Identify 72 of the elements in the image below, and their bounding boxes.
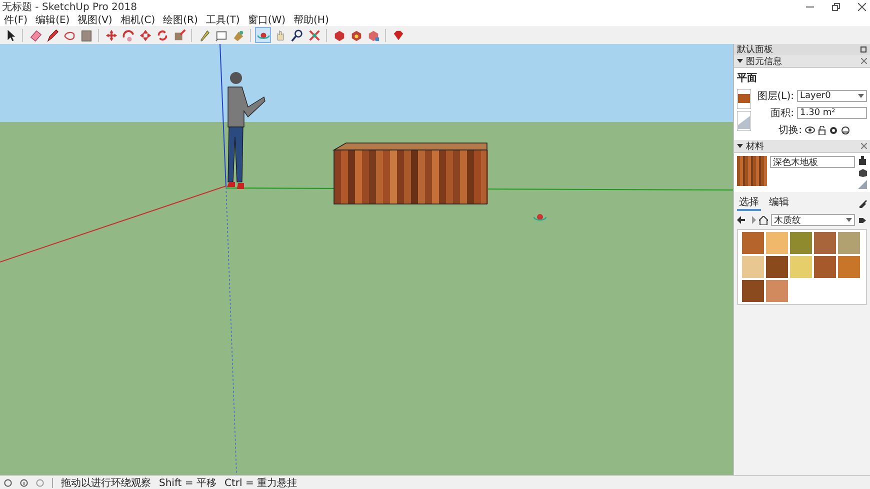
library-dropdown[interactable]: 木质纹 — [771, 214, 855, 226]
menu-item[interactable]: 视图(V) — [74, 12, 116, 26]
menu-item[interactable]: 工具(T) — [202, 12, 244, 26]
back-arrow-icon[interactable] — [737, 216, 745, 224]
menu-item[interactable]: 帮助(H) — [290, 12, 333, 26]
orbit-tool-button[interactable] — [255, 27, 271, 43]
menu-item[interactable]: 窗口(W) — [244, 12, 290, 26]
tape-icon — [198, 28, 210, 42]
offset-icon — [156, 28, 168, 42]
status-hint: Shift = 平移 — [159, 476, 216, 489]
text-icon — [214, 28, 228, 42]
status-hint: Ctrl = 重力悬挂 — [224, 476, 297, 489]
paint-icon — [232, 28, 244, 42]
close-icon[interactable] — [861, 143, 867, 149]
material-swatch[interactable] — [838, 256, 860, 278]
material-swatch[interactable] — [814, 232, 836, 254]
menu-item[interactable]: 绘图(R) — [159, 12, 202, 26]
eyedropper-icon[interactable] — [858, 198, 867, 208]
material-swatch[interactable] — [742, 256, 764, 278]
panel-title: 默认面板 — [737, 44, 774, 56]
panel-tab[interactable]: 编辑 — [767, 195, 791, 211]
menu-item[interactable]: 件(F) — [0, 12, 32, 26]
pencil-icon — [46, 28, 58, 42]
material-name-field[interactable]: 深色木地板 — [770, 156, 855, 168]
home-icon[interactable] — [759, 216, 768, 224]
rotate-icon — [122, 28, 134, 42]
back-material-thumbnail — [737, 111, 751, 131]
window-title: 无标题 - SketchUp Pro 2018 — [2, 0, 138, 14]
section-title: 图元信息 — [746, 56, 783, 68]
expand-arrow-icon[interactable] — [737, 58, 743, 64]
extents-icon — [308, 28, 320, 42]
zoom-tool-button[interactable] — [289, 27, 305, 43]
entity-type-label: 平面 — [737, 72, 758, 85]
status-hint: 拖动以进行环绕观察 — [61, 476, 151, 489]
material-swatch[interactable] — [766, 232, 788, 254]
area-label: 面积: — [770, 107, 794, 120]
menu-item[interactable]: 相机(C) — [116, 12, 160, 26]
material-swatch[interactable] — [766, 256, 788, 278]
close-icon[interactable] — [858, 2, 866, 10]
lock-icon[interactable] — [818, 126, 826, 134]
area-field[interactable]: 1.30 m² — [797, 107, 867, 119]
material-preview — [737, 156, 767, 186]
material-swatch[interactable] — [838, 232, 860, 254]
eye-icon[interactable] — [805, 126, 815, 134]
eraser-icon — [28, 28, 42, 42]
panel-tab[interactable]: 选择 — [737, 195, 761, 211]
toggle-label: 切换: — [778, 124, 802, 137]
menu-item[interactable]: 编辑(E) — [32, 12, 74, 26]
caret-icon — [846, 218, 852, 222]
info-icon[interactable] — [20, 478, 28, 486]
layer-dropdown[interactable]: Layer0 — [797, 90, 867, 102]
material-swatch[interactable] — [742, 232, 764, 254]
scale-icon — [138, 28, 152, 42]
section-header[interactable]: 图元信息 — [734, 55, 870, 68]
rotate-tool-button[interactable] — [120, 27, 136, 43]
orbit-cursor-icon — [533, 214, 547, 221]
layer-label: 图层(L): — [757, 90, 794, 103]
section-title: 材料 — [746, 140, 765, 152]
zoom-icon — [290, 28, 304, 42]
section-header[interactable]: 材料 — [734, 140, 870, 153]
material-swatch[interactable] — [790, 232, 812, 254]
caret-icon — [858, 94, 864, 98]
move-icon — [104, 28, 118, 42]
material-swatch[interactable] — [790, 256, 812, 278]
restore-icon[interactable] — [832, 2, 840, 10]
expand-arrow-icon[interactable] — [737, 143, 743, 149]
close-icon[interactable] — [861, 58, 867, 64]
front-material-thumbnail — [737, 89, 751, 109]
material-swatch[interactable] — [766, 280, 788, 302]
material-swatch[interactable] — [814, 256, 836, 278]
material-swatch[interactable] — [742, 280, 764, 302]
ruby-icon — [392, 28, 404, 42]
